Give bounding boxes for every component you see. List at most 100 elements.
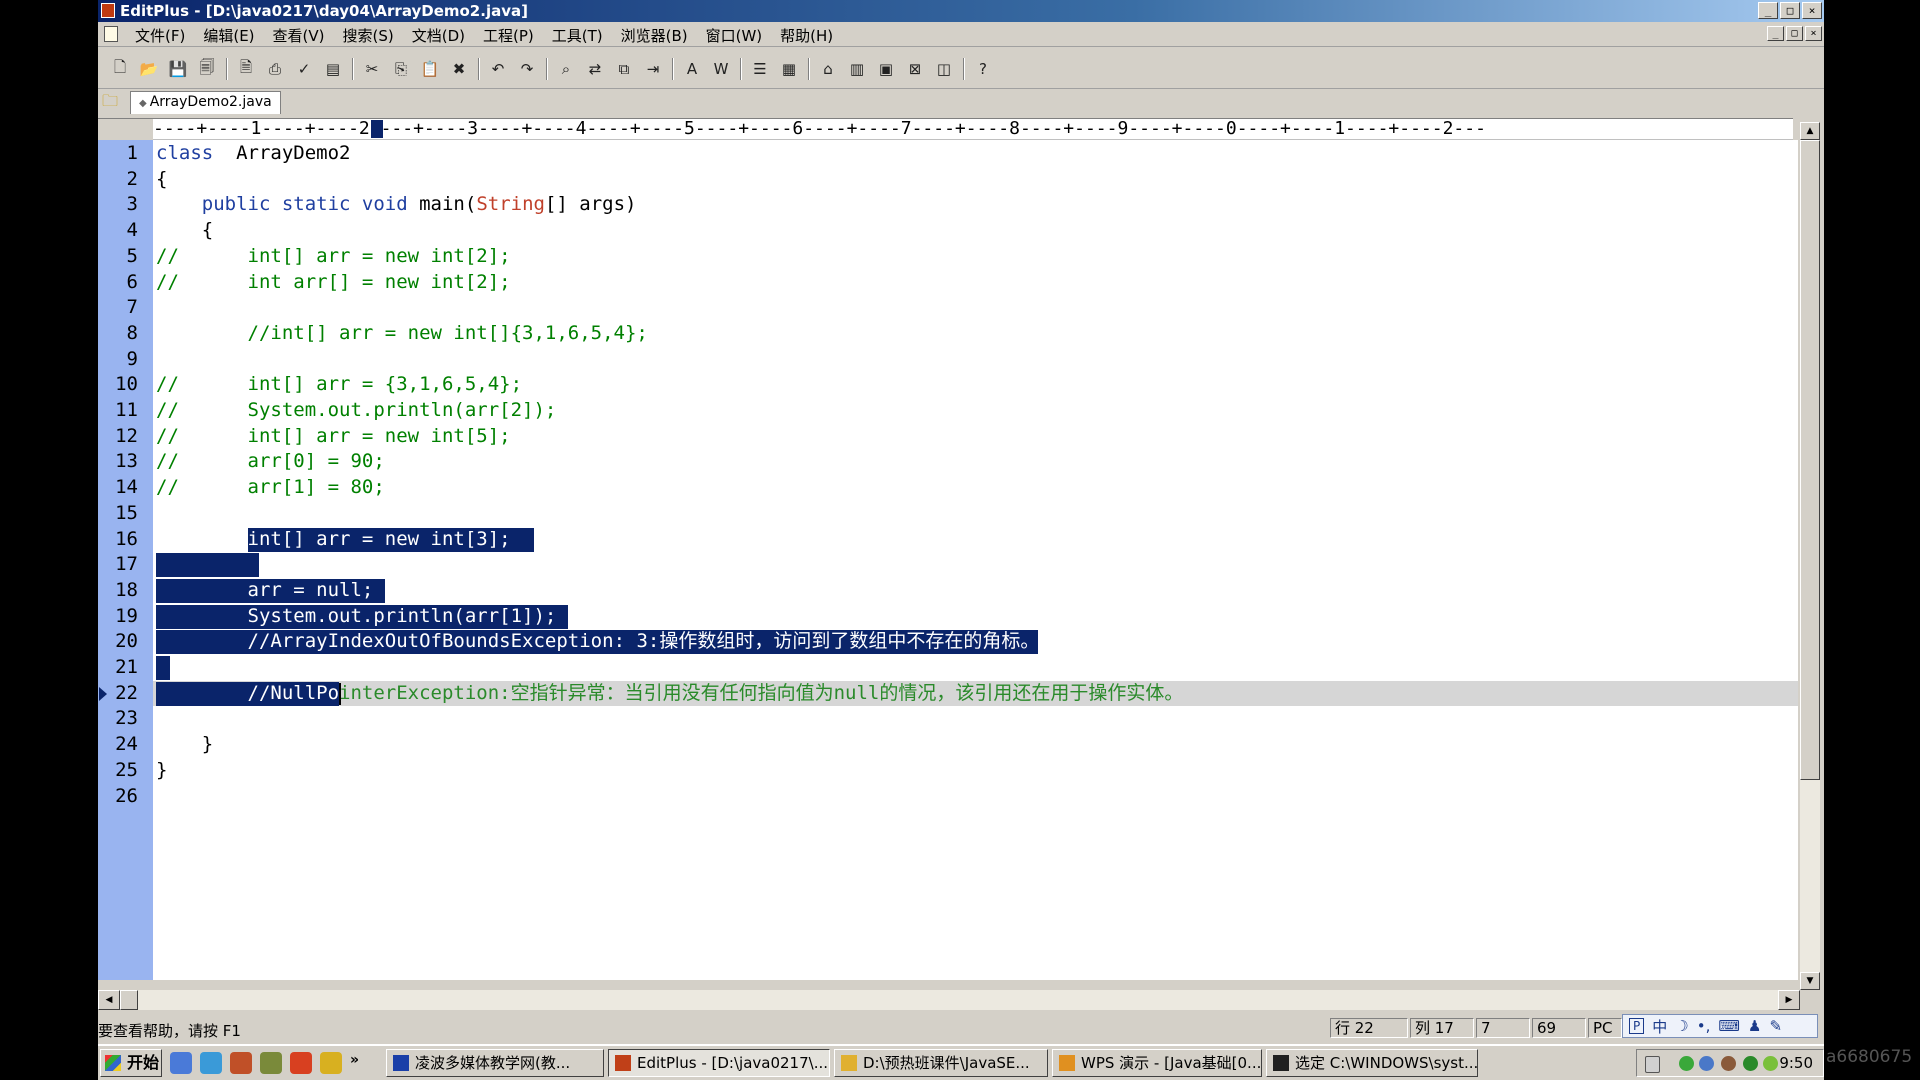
code-line[interactable]: 17	[98, 552, 1798, 578]
quick-launch-more[interactable]: »	[350, 1052, 359, 1074]
undo-icon[interactable]: ↶	[486, 57, 510, 81]
ime-keyboard-icon[interactable]: ⌨	[1718, 1017, 1740, 1035]
horizontal-scroll-thumb[interactable]	[120, 990, 138, 1010]
tray-shield-icon[interactable]	[1743, 1056, 1758, 1071]
ime-punctuation-icon[interactable]: •,	[1697, 1017, 1711, 1035]
tray-clock[interactable]: 9:50	[1779, 1050, 1813, 1076]
spellcheck-icon[interactable]: ✓	[292, 57, 316, 81]
redo-icon[interactable]: ↷	[515, 57, 539, 81]
ime-toolbar[interactable]: P 中 ☽ •, ⌨ ♟ ✎	[1622, 1014, 1818, 1038]
horizontal-scrollbar[interactable]: ◀ ▶	[98, 990, 1800, 1010]
quick-launch-editplus-icon[interactable]	[230, 1052, 252, 1074]
vertical-scrollbar[interactable]: ▲ ▼	[1800, 122, 1820, 990]
tray-network2-icon[interactable]	[1699, 1056, 1714, 1071]
code-editor[interactable]: 1 class ArrayDemo2 2{3 public static void …	[98, 140, 1798, 980]
code-line[interactable]: 4 {	[98, 218, 1798, 244]
fullscreen-icon[interactable]: ◫	[932, 57, 956, 81]
menu-item-2[interactable]: 查看(V)	[264, 25, 334, 46]
code-line[interactable]: 8 //int[] arr = new int[]{3,1,6,5,4};	[98, 321, 1798, 347]
print-icon[interactable]: ⎙	[263, 57, 287, 81]
tray-tool-icon[interactable]	[1721, 1056, 1736, 1071]
start-button[interactable]: 开始	[100, 1049, 162, 1077]
menu-item-1[interactable]: 编辑(E)	[194, 25, 263, 46]
app-icon[interactable]	[101, 3, 115, 18]
scroll-up-arrow[interactable]: ▲	[1800, 122, 1820, 140]
code-line[interactable]: 26	[98, 784, 1798, 810]
code-line[interactable]: 2{	[98, 167, 1798, 193]
goto-icon[interactable]: ⇥	[641, 57, 665, 81]
ime-chinese-mode[interactable]: 中	[1652, 1016, 1667, 1037]
code-line[interactable]: 21	[98, 655, 1798, 681]
minimize-button[interactable]: _	[1758, 2, 1778, 19]
code-line[interactable]: 16 int[] arr = new int[3];	[98, 527, 1798, 553]
menu-item-4[interactable]: 文档(D)	[403, 25, 474, 46]
menu-item-7[interactable]: 浏览器(B)	[612, 25, 697, 46]
quick-launch-tool-icon[interactable]	[260, 1052, 282, 1074]
open-icon[interactable]: 📂	[137, 57, 161, 81]
doc-close-button[interactable]: ×	[1805, 26, 1822, 41]
code-line[interactable]: 7	[98, 295, 1798, 321]
taskbar-button-1[interactable]: EditPlus - [D:\java0217\...	[608, 1049, 830, 1077]
quick-launch-browser-icon[interactable]	[290, 1052, 312, 1074]
vertical-scroll-thumb[interactable]	[1800, 140, 1820, 780]
copy-icon[interactable]: ⎘	[389, 57, 413, 81]
new-file-icon[interactable]: 🗋	[108, 57, 132, 81]
taskbar-button-2[interactable]: D:\预热班课件\JavaSE...	[834, 1049, 1048, 1077]
ime-settings-icon[interactable]: ✎	[1769, 1017, 1782, 1035]
taskbar-button-4[interactable]: 选定 C:\WINDOWS\syst...	[1266, 1049, 1478, 1077]
quick-launch-ie-icon[interactable]	[200, 1052, 222, 1074]
line-number-icon[interactable]: ☰	[748, 57, 772, 81]
code-line[interactable]: 14 // arr[1] = 80;	[98, 475, 1798, 501]
code-line[interactable]: 11 // System.out.println(arr[2]);	[98, 398, 1798, 424]
menu-item-5[interactable]: 工程(P)	[474, 25, 543, 46]
tray-security-icon[interactable]	[1763, 1056, 1778, 1071]
quick-launch-qq-icon[interactable]	[170, 1052, 192, 1074]
quick-launch-chat-icon[interactable]	[320, 1052, 342, 1074]
font-icon[interactable]: A	[680, 57, 704, 81]
code-line[interactable]: 22 //NullPointerException:空指针异常：当引用没有任何指…	[98, 680, 1798, 707]
code-line[interactable]: 5 // int[] arr = new int[2];	[98, 244, 1798, 270]
title-bar[interactable]: EditPlus - [D:\java0217\day04\ArrayDemo2…	[98, 0, 1824, 22]
restore-button[interactable]: □	[1780, 2, 1800, 19]
code-line[interactable]: 13 // arr[0] = 90;	[98, 449, 1798, 475]
close-button[interactable]: ×	[1802, 2, 1822, 19]
ime-halfwidth-icon[interactable]: ☽	[1675, 1017, 1688, 1035]
scroll-left-arrow[interactable]: ◀	[98, 990, 120, 1010]
delete-icon[interactable]: ✖	[447, 57, 471, 81]
paste-icon[interactable]: 📋	[418, 57, 442, 81]
doc-restore-button[interactable]: □	[1786, 26, 1803, 41]
ime-logo-icon[interactable]: P	[1629, 1018, 1645, 1034]
code-line[interactable]: 19 System.out.println(arr[1]);	[98, 604, 1798, 630]
help-icon[interactable]: ?	[971, 57, 995, 81]
tray-ime-icon[interactable]	[1645, 1056, 1660, 1073]
code-line[interactable]: 12 // int[] arr = new int[5];	[98, 424, 1798, 450]
code-line[interactable]: 25}	[98, 758, 1798, 784]
scroll-right-arrow[interactable]: ▶	[1778, 990, 1800, 1010]
taskbar-button-0[interactable]: 凌波多媒体教学网(教...	[386, 1049, 604, 1077]
find-in-files-icon[interactable]: ⧉	[612, 57, 636, 81]
ruler-icon[interactable]: ▦	[777, 57, 801, 81]
view-browser-icon[interactable]: ⌂	[816, 57, 840, 81]
tab-arraydemo2[interactable]: ◆ ArrayDemo2.java	[130, 91, 281, 114]
find-icon[interactable]: ⌕	[554, 57, 578, 81]
menu-item-9[interactable]: 帮助(H)	[771, 25, 842, 46]
page-icon[interactable]: ▤	[321, 57, 345, 81]
menu-item-3[interactable]: 搜索(S)	[334, 25, 403, 46]
menu-item-6[interactable]: 工具(T)	[543, 25, 612, 46]
code-line[interactable]: 24 }	[98, 732, 1798, 758]
code-line[interactable]: 3 public static void main(String[] args)	[98, 192, 1798, 218]
print-preview-icon[interactable]: 🗎	[234, 57, 258, 81]
document-icon[interactable]	[104, 26, 118, 42]
tray-network-icon[interactable]	[1679, 1056, 1694, 1071]
code-line[interactable]: 1 class ArrayDemo2	[98, 141, 1798, 167]
save-icon[interactable]: 💾	[166, 57, 190, 81]
code-line[interactable]: 15	[98, 501, 1798, 527]
code-line[interactable]: 18 arr = null;	[98, 578, 1798, 604]
code-line[interactable]: 10 // int[] arr = {3,1,6,5,4};	[98, 372, 1798, 398]
replace-icon[interactable]: ⇄	[583, 57, 607, 81]
taskbar-button-3[interactable]: WPS 演示 - [Java基础[0...	[1052, 1049, 1262, 1077]
cliptext-icon[interactable]: ▥	[845, 57, 869, 81]
cut-icon[interactable]: ✂	[360, 57, 384, 81]
scroll-down-arrow[interactable]: ▼	[1800, 972, 1820, 990]
code-line[interactable]: 6 // int arr[] = new int[2];	[98, 270, 1798, 296]
